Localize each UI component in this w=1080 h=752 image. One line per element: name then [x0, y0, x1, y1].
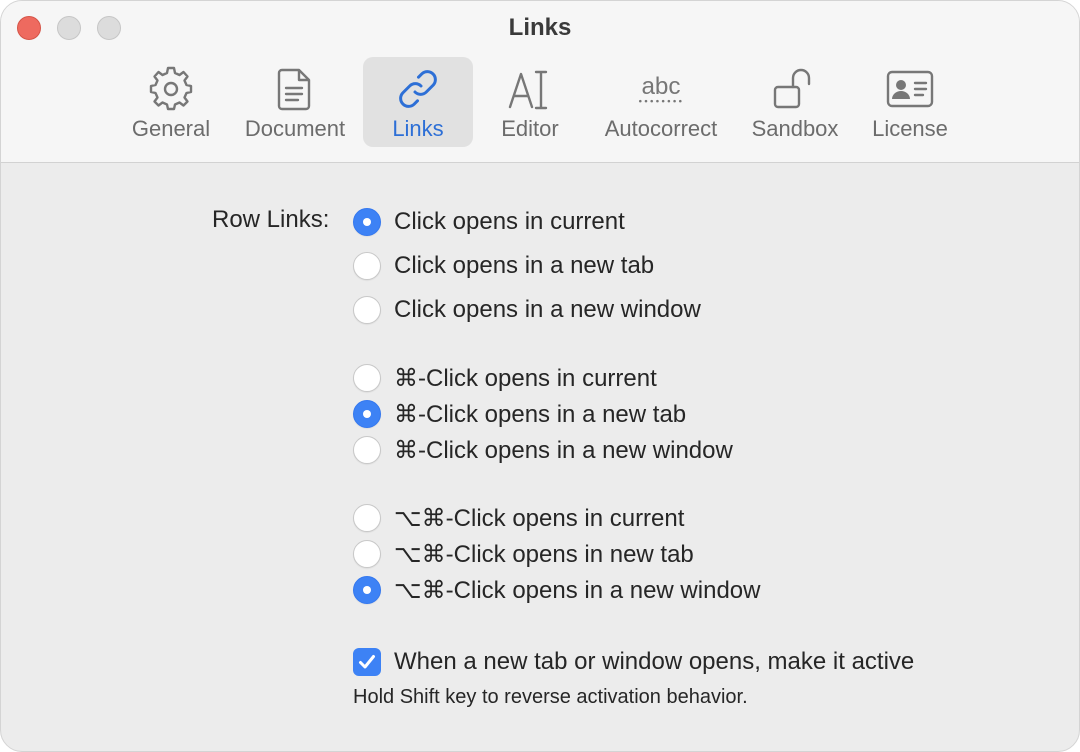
checkbox-label: When a new tab or window opens, make it … [394, 648, 915, 675]
radio-click-new-tab[interactable]: Click opens in a new tab [353, 251, 654, 281]
radio-button[interactable] [353, 504, 381, 532]
tab-license[interactable]: License [863, 57, 957, 147]
tab-document[interactable]: Document [237, 57, 353, 147]
radio-click-current[interactable]: Click opens in current [353, 207, 625, 237]
radio-label: ⌥⌘-Click opens in new tab [394, 540, 694, 568]
toolbar: Links General Document Links Editor abc … [1, 1, 1079, 163]
tab-label: General [131, 116, 211, 141]
text-cursor-icon [505, 64, 555, 114]
id-card-icon [885, 64, 935, 114]
radio-button[interactable] [353, 540, 381, 568]
radio-button[interactable] [353, 436, 381, 464]
svg-text:abc: abc [641, 73, 680, 100]
link-icon [393, 64, 443, 114]
tab-label: Document [244, 116, 346, 141]
tab-label: License [872, 116, 948, 141]
tab-sandbox[interactable]: Sandbox [745, 57, 845, 147]
radio-label: ⌘-Click opens in current [394, 364, 657, 392]
activate-new-tab-checkbox[interactable]: When a new tab or window opens, make it … [353, 647, 914, 677]
tab-label: Editor [501, 116, 559, 141]
checkmark-icon[interactable] [353, 648, 381, 676]
radio-cmd-click-current[interactable]: ⌘-Click opens in current [353, 363, 657, 393]
tab-general[interactable]: General [123, 57, 219, 147]
preferences-window: Links General Document Links Editor abc … [0, 0, 1080, 752]
radio-opt-cmd-click-new-tab[interactable]: ⌥⌘-Click opens in new tab [353, 539, 694, 569]
radio-opt-cmd-click-new-window[interactable]: ⌥⌘-Click opens in a new window [353, 575, 760, 605]
radio-label: ⌥⌘-Click opens in current [394, 504, 685, 532]
tab-label: Links [392, 116, 444, 141]
radio-button[interactable] [353, 208, 381, 236]
radio-label: Click opens in a new window [394, 296, 701, 323]
window-title: Links [508, 14, 572, 41]
radio-button[interactable] [353, 400, 381, 428]
radio-cmd-click-new-tab[interactable]: ⌘-Click opens in a new tab [353, 399, 686, 429]
tab-label: Autocorrect [604, 116, 718, 141]
radio-button[interactable] [353, 252, 381, 280]
radio-opt-cmd-click-current[interactable]: ⌥⌘-Click opens in current [353, 503, 684, 533]
radio-label: Click opens in current [394, 208, 625, 235]
radio-button[interactable] [353, 364, 381, 392]
radio-button[interactable] [353, 296, 381, 324]
radio-click-new-window[interactable]: Click opens in a new window [353, 295, 701, 325]
tab-label: Sandbox [751, 116, 839, 141]
tab-editor[interactable]: Editor [487, 57, 573, 147]
gear-icon [146, 64, 196, 114]
activation-hint: Hold Shift key to reverse activation beh… [353, 686, 748, 708]
radio-cmd-click-new-window[interactable]: ⌘-Click opens in a new window [353, 435, 733, 465]
row-links-label: Row Links: [212, 206, 330, 233]
tab-links[interactable]: Links [363, 57, 473, 147]
radio-label: ⌘-Click opens in a new window [394, 436, 733, 464]
unlock-icon [770, 64, 820, 114]
radio-label: ⌥⌘-Click opens in a new window [394, 576, 761, 604]
radio-button[interactable] [353, 576, 381, 604]
document-icon [270, 64, 320, 114]
radio-label: Click opens in a new tab [394, 252, 655, 279]
tab-autocorrect[interactable]: abc Autocorrect [595, 57, 727, 147]
radio-label: ⌘-Click opens in a new tab [394, 400, 687, 428]
spellcheck-icon: abc [636, 64, 686, 114]
